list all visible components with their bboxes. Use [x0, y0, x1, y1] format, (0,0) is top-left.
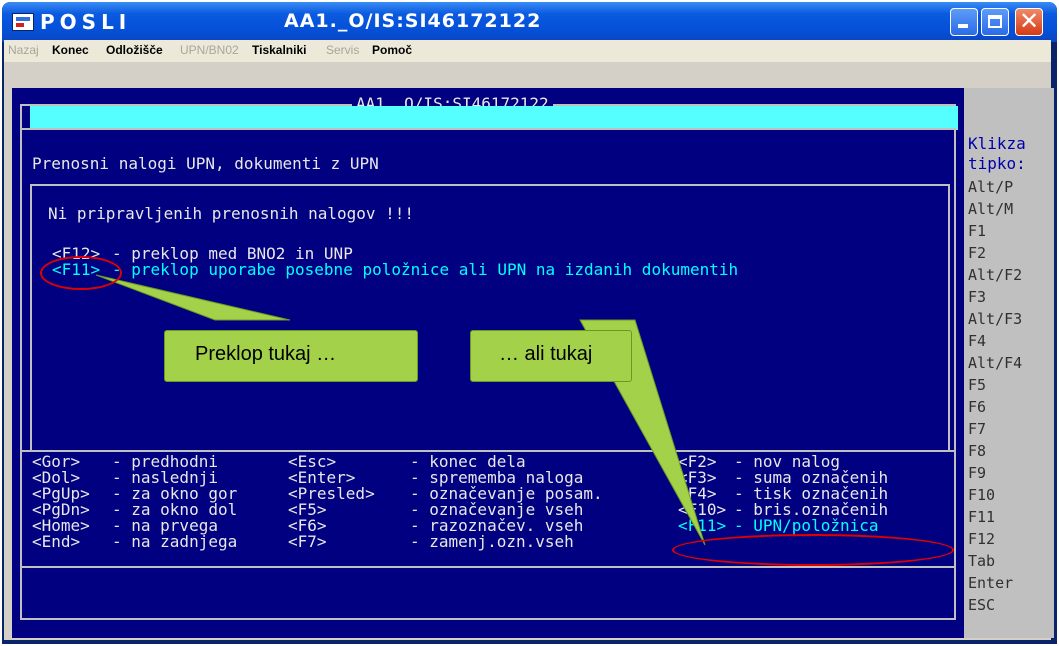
- callout-right-text: … ali tukaj: [499, 343, 593, 365]
- maximize-button[interactable]: [981, 8, 1009, 36]
- title-bar[interactable]: POSLI AA1._O/IS:SI46172122 ✕: [2, 2, 1057, 42]
- help-key-f11[interactable]: <F11>: [678, 518, 726, 534]
- sidebar-key-alt-m[interactable]: Alt/M: [968, 202, 1013, 217]
- callout-left: Preklop tukaj …: [164, 330, 418, 382]
- close-button[interactable]: ✕: [1015, 7, 1043, 36]
- sidebar-key-f4[interactable]: F4: [968, 334, 986, 349]
- sidebar-key-f11[interactable]: F11: [968, 510, 995, 525]
- sidebar-key-f10[interactable]: F10: [968, 488, 995, 503]
- no-orders-message: Ni pripravljenih prenosnih nalogov !!!: [48, 204, 415, 223]
- help-key-end[interactable]: <End>: [32, 534, 80, 550]
- highlight-f11-ellipse: [40, 256, 122, 290]
- app-icon[interactable]: [12, 13, 34, 31]
- message-box: [30, 184, 950, 452]
- sidebar-key-f5[interactable]: F5: [968, 378, 986, 393]
- help-desc-end: - na zadnjega: [112, 532, 238, 551]
- menu-bar: Nazaj Konec Odložišče UPN/BN02 Tiskalnik…: [4, 40, 1051, 62]
- sidebar-key-alt-f2[interactable]: Alt/F2: [968, 268, 1022, 283]
- sidebar-key-f6[interactable]: F6: [968, 400, 986, 415]
- divider-status: [20, 566, 956, 570]
- menu-upn-bn02[interactable]: UPN/BN02: [180, 43, 239, 57]
- minimize-button[interactable]: [950, 8, 978, 36]
- menu-konec[interactable]: Konec: [52, 43, 89, 57]
- sidebar-key-alt-f4[interactable]: Alt/F4: [968, 356, 1022, 371]
- help-desc-f7: - zamenj.ozn.vseh: [410, 532, 574, 551]
- sidebar-key-f2[interactable]: F2: [968, 246, 986, 261]
- menu-odlozisce[interactable]: Odložišče: [106, 43, 163, 57]
- menu-nazaj[interactable]: Nazaj: [8, 43, 39, 57]
- help-key-f7[interactable]: <F7>: [288, 534, 327, 550]
- sidebar-key-esc[interactable]: ESC: [968, 598, 995, 613]
- sidebar-key-tab[interactable]: Tab: [968, 554, 995, 569]
- window-title: AA1._O/IS:SI46172122: [284, 10, 542, 32]
- sidebar-key-f3[interactable]: F3: [968, 290, 986, 305]
- menu-pomoc[interactable]: Pomoč: [372, 43, 412, 57]
- menu-tiskalniki[interactable]: Tiskalniki: [252, 43, 306, 57]
- sidebar-key-alt-f3[interactable]: Alt/F3: [968, 312, 1022, 327]
- sidebar-key-alt-p[interactable]: Alt/P: [968, 180, 1013, 195]
- sidebar-key-f12[interactable]: F12: [968, 532, 995, 547]
- close-icon: ✕: [1019, 7, 1040, 35]
- minimize-icon: [958, 24, 968, 28]
- maximize-icon: [988, 15, 1002, 28]
- sidebar-key-f1[interactable]: F1: [968, 224, 986, 239]
- callout-right: … ali tukaj: [470, 330, 632, 382]
- divider-top: [20, 128, 956, 132]
- screen-heading: Prenosni nalogi UPN, dokumenti z UPN: [32, 154, 379, 173]
- toggle-f11-text: - preklop uporabe posebne položnice ali …: [112, 260, 739, 279]
- sidebar-key-f8[interactable]: F8: [968, 444, 986, 459]
- menu-servis[interactable]: Servis: [326, 43, 359, 57]
- help-desc-f11: - UPN/položnica: [734, 516, 879, 535]
- sidebar-title-line2: tipko:: [968, 154, 1026, 173]
- app-name: POSLI: [40, 10, 132, 34]
- callout-left-text: Preklop tukaj …: [195, 343, 337, 365]
- sidebar-key-f7[interactable]: F7: [968, 422, 986, 437]
- highlight-f11-help-ellipse: [672, 534, 954, 566]
- sidebar-key-f9[interactable]: F9: [968, 466, 986, 481]
- highlight-bar: [30, 106, 958, 130]
- sidebar-title-line1: Klikza: [968, 134, 1026, 153]
- sidebar-key-enter[interactable]: Enter: [968, 576, 1013, 591]
